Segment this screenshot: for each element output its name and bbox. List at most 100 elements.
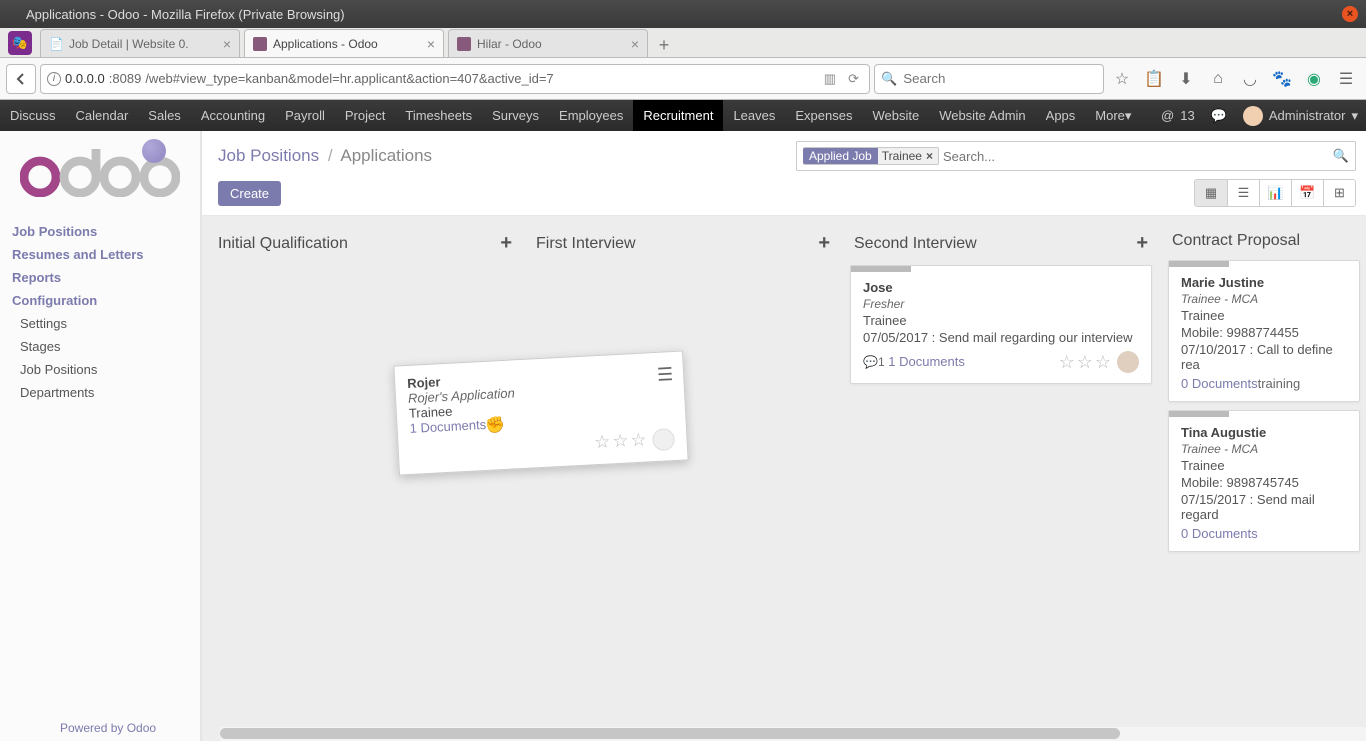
menu-expenses[interactable]: Expenses [785,100,862,131]
os-titlebar: Applications - Odoo - Mozilla Firefox (P… [0,0,1366,28]
extension-icon[interactable]: ◉ [1300,65,1328,93]
message-icon[interactable]: 💬 [863,355,878,369]
content-area: Job Positions / Applications Applied Job… [201,131,1366,741]
pocket-icon[interactable]: ◡ [1236,65,1264,93]
menu-accounting[interactable]: Accounting [191,100,275,131]
column-add-icon[interactable]: + [818,232,830,255]
search-box[interactable]: Applied Job Trainee × 🔍 [796,141,1356,171]
paw-icon[interactable]: 🐾 [1268,65,1296,93]
browser-tab-2[interactable]: Hilar - Odoo × [448,29,648,57]
menu-payroll[interactable]: Payroll [275,100,335,131]
menu-leaves[interactable]: Leaves [723,100,785,131]
card-documents-link[interactable]: 1 Documents [888,354,965,369]
priority-star-icon[interactable]: ☆ [594,431,611,454]
site-info-icon[interactable]: i [47,72,61,86]
menu-employees[interactable]: Employees [549,100,633,131]
column-title: First Interview [536,235,636,253]
sidebar-resumes-letters[interactable]: Resumes and Letters [0,243,200,266]
sidebar-reports[interactable]: Reports [0,266,200,289]
kanban-card-tina[interactable]: Tina Augustie Trainee - MCA Trainee Mobi… [1168,410,1360,552]
menu-website[interactable]: Website [862,100,929,131]
priority-star-icon[interactable]: ☆ [1077,352,1093,373]
browser-search[interactable]: 🔍 [874,64,1104,94]
back-button[interactable] [6,64,36,94]
sidebar-job-positions[interactable]: Job Positions [0,220,200,243]
card-documents-link[interactable]: 0 Documents [1181,376,1258,391]
browser-search-input[interactable] [903,71,1097,86]
menu-project[interactable]: Project [335,100,395,131]
menu-recruitment[interactable]: Recruitment [633,100,723,131]
filter-remove-icon[interactable]: × [926,149,933,163]
sidebar-configuration[interactable]: Configuration [0,289,200,312]
menu-surveys[interactable]: Surveys [482,100,549,131]
new-tab-button[interactable]: + [652,33,676,57]
column-add-icon[interactable]: + [1136,232,1148,255]
tab-close-icon[interactable]: × [427,36,435,52]
menu-discuss[interactable]: Discuss [0,100,66,131]
create-button[interactable]: Create [218,181,281,206]
card-subtitle: Trainee - MCA [1181,292,1347,306]
kanban-card-jose[interactable]: Jose Fresher Trainee 07/05/2017 : Send m… [850,265,1152,384]
downloads-icon[interactable]: ⬇ [1172,65,1200,93]
control-bar: Job Positions / Applications Applied Job… [202,131,1366,216]
search-icon[interactable]: 🔍 [1333,148,1349,164]
kanban-board[interactable]: Initial Qualification + First Interview … [202,216,1366,741]
scrollbar-thumb[interactable] [220,728,1120,739]
card-documents-link[interactable]: 1 Documents [409,417,486,436]
priority-star-icon[interactable]: ☆ [612,430,629,453]
kanban-card-marie[interactable]: Marie Justine Trainee - MCA Trainee Mobi… [1168,260,1360,402]
favicon-icon [253,37,267,51]
card-menu-icon[interactable]: ☰ [656,364,673,386]
view-graph-icon[interactable]: 📊 [1259,180,1291,206]
tab-close-icon[interactable]: × [223,36,231,52]
menu-icon[interactable]: ☰ [1332,65,1360,93]
chat-icon[interactable]: 💬 [1203,100,1235,131]
window-close-button[interactable]: × [1342,6,1358,22]
reload-icon[interactable]: ⟳ [844,71,863,87]
sidebar-departments[interactable]: Departments [0,381,200,404]
sidebar-stages[interactable]: Stages [0,335,200,358]
avatar-icon [1243,106,1263,126]
browser-tab-0[interactable]: 📄 Job Detail | Website 0. × [40,29,240,57]
clipboard-icon[interactable]: 📋 [1140,65,1168,93]
user-menu[interactable]: Administrator ▾ [1235,100,1366,131]
card-job: Trainee [1181,458,1347,473]
menu-apps[interactable]: Apps [1036,100,1086,131]
search-filter-tag[interactable]: Applied Job Trainee × [803,147,939,165]
reader-mode-icon[interactable]: ▥ [820,71,840,87]
search-input[interactable] [943,149,1333,164]
menu-calendar[interactable]: Calendar [66,100,139,131]
card-name: Jose [863,280,1139,295]
tab-close-icon[interactable]: × [631,36,639,52]
priority-star-icon[interactable]: ☆ [630,430,647,453]
messages-indicator[interactable]: @13 [1153,100,1203,131]
kanban-column-contract-proposal: Contract Proposal Marie Justine Trainee … [1164,228,1364,729]
menu-timesheets[interactable]: Timesheets [395,100,482,131]
sidebar-job-positions-sub[interactable]: Job Positions [0,358,200,381]
view-kanban-icon[interactable]: ▦ [1195,180,1227,206]
kanban-card-rojer-dragging[interactable]: ☰ Rojer Rojer's Application Trainee 1 Do… [393,350,688,475]
menu-sales[interactable]: Sales [138,100,191,131]
url-bar[interactable]: i 0.0.0.0:8089/web#view_type=kanban&mode… [40,64,870,94]
powered-by-brand[interactable]: Odoo [127,721,156,735]
horizontal-scrollbar[interactable] [220,727,1366,741]
home-icon[interactable]: ⌂ [1204,65,1232,93]
priority-star-icon[interactable]: ☆ [1095,352,1111,373]
sidebar-settings[interactable]: Settings [0,312,200,335]
breadcrumb-root[interactable]: Job Positions [218,146,319,165]
priority-star-icon[interactable]: ☆ [1059,352,1075,373]
menu-website-admin[interactable]: Website Admin [929,100,1035,131]
view-list-icon[interactable]: ☰ [1227,180,1259,206]
app-top-menu: Discuss Calendar Sales Accounting Payrol… [0,100,1366,131]
column-add-icon[interactable]: + [500,232,512,255]
menu-more[interactable]: More ▾ [1085,100,1141,131]
view-calendar-icon[interactable]: 📅 [1291,180,1323,206]
bookmark-star-icon[interactable]: ☆ [1108,65,1136,93]
card-color-bar [1169,261,1229,267]
browser-tab-1[interactable]: Applications - Odoo × [244,29,444,57]
card-mobile: Mobile: 9898745745 [1181,475,1347,490]
card-documents-link[interactable]: 0 Documents [1181,526,1258,541]
private-browsing-icon: 🎭 [8,31,32,55]
view-pivot-icon[interactable]: ⊞ [1323,180,1355,206]
favicon-icon [457,37,471,51]
